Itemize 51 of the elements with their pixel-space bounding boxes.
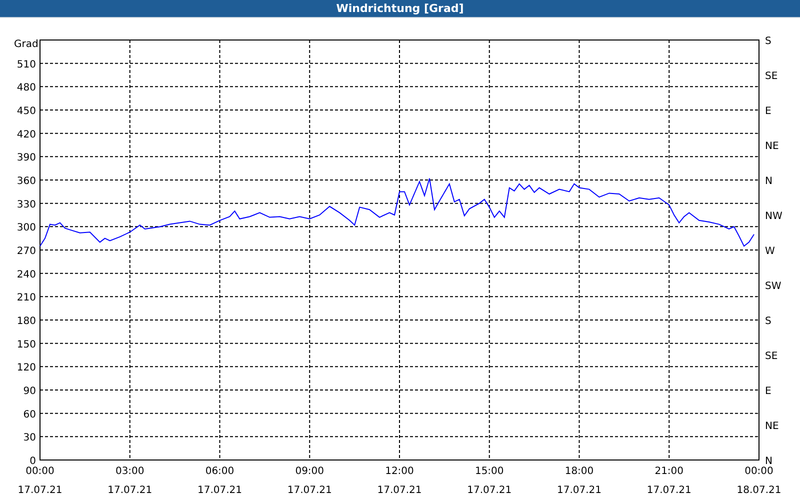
axis-tick-label: 09:00 [295,466,324,477]
axis-tick-label: 00:00 [744,466,774,477]
axis-tick-label: 180 [16,316,36,327]
axis-tick-label: E [765,386,772,397]
axis-tick-label: 30 [23,432,36,444]
date-label: 17.07.21 [646,485,692,496]
axis-tick-label: 60 [23,409,36,420]
axis-tick-label: 480 [16,82,36,94]
axis-tick-label: N [765,176,772,187]
date-label: 18.07.21 [736,485,782,496]
axis-tick-label: W [765,246,775,257]
axis-tick-label: 21:00 [654,466,684,477]
window-title: Windrichtung [Grad] [336,2,464,15]
axis-tick-label: NE [765,141,779,152]
axis-tick-label: 210 [16,292,36,304]
axis-tick-label: 330 [16,199,36,210]
axis-tick-label: 150 [16,339,36,350]
axis-tick-label: 390 [16,152,36,164]
axis-tick-label: 420 [16,129,36,140]
axis-title: Grad [14,39,38,50]
axis-tick-label: SE [765,71,778,82]
axis-tick-label: SW [765,281,782,292]
axis-tick-label: S [765,316,772,327]
axis-tick-label: 00:00 [26,466,54,477]
date-label: 17.07.21 [287,485,332,496]
date-label: 17.07.21 [197,485,242,496]
axis-tick-label: E [765,106,772,117]
date-label: 17.07.21 [556,485,602,496]
axis-tick-label: NE [765,421,779,432]
date-label: 17.07.21 [18,485,62,496]
axis-tick-label: 06:00 [205,466,234,477]
axis-tick-label: S [765,36,772,47]
axis-tick-label: 15:00 [474,466,504,477]
date-label: 17.07.21 [467,485,512,496]
date-label: 17.07.21 [377,485,422,496]
axis-tick-label: 120 [16,362,36,374]
axis-tick-label: 0 [30,456,36,467]
axis-tick-label: SE [765,351,778,362]
axis-tick-label: 270 [16,246,36,257]
axis-tick-label: 240 [16,269,36,280]
axis-tick-label: N [765,456,772,467]
axis-tick-label: 90 [23,386,36,397]
axis-tick-label: NW [765,211,782,222]
axis-tick-label: 360 [16,176,36,187]
axis-tick-label: 18:00 [564,466,594,477]
axis-tick-label: 03:00 [115,466,144,477]
date-label: 17.07.21 [108,485,152,496]
axis-tick-label: 450 [16,106,36,117]
axis-tick-label: 510 [16,59,36,70]
axis-tick-label: 300 [16,222,36,234]
axis-tick-label: 12:00 [385,466,414,477]
